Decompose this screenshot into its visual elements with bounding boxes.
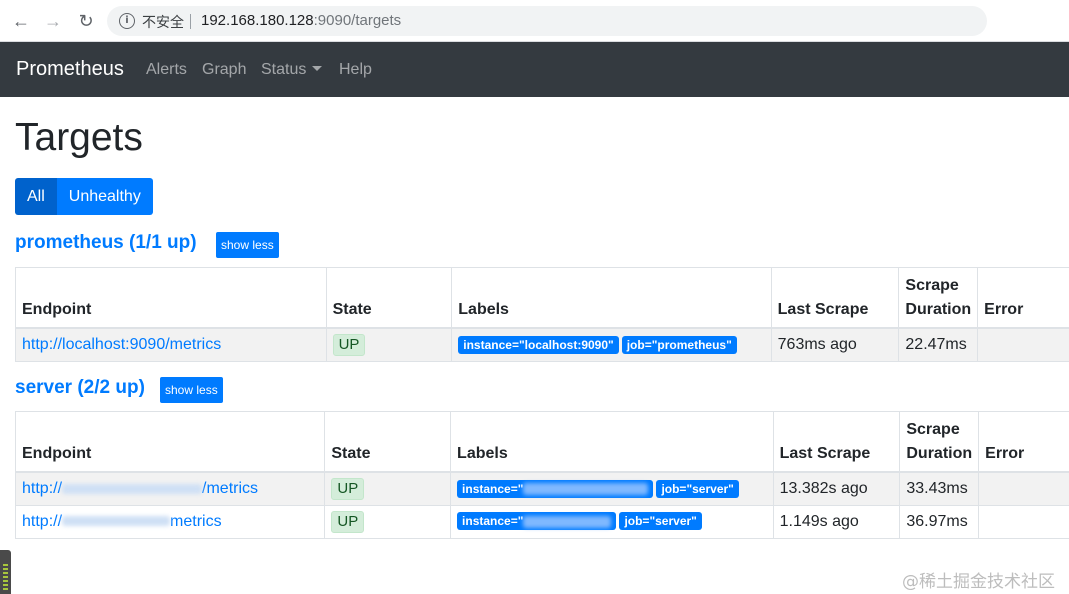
state-badge: UP <box>332 333 366 356</box>
last-scrape-value: 13.382s ago <box>772 471 901 506</box>
url-host: 192.168.180.128 <box>201 12 314 29</box>
redacted-instance <box>523 483 649 496</box>
column-header-labels: Labels <box>451 267 772 329</box>
endpoint-prefix: http:// <box>22 512 63 530</box>
column-header-scrape-duration: Scrape Duration <box>899 411 980 473</box>
side-meter-widget <box>0 550 11 594</box>
label-badge-job: job="server" <box>619 512 702 531</box>
column-header-error: Error <box>977 267 1069 329</box>
browser-toolbar: ← → ↻ i 不安全 192.168.180.128:9090/targets <box>0 0 1069 42</box>
back-arrow-icon[interactable]: ← <box>10 10 32 32</box>
endpoint-suffix: metrics <box>170 512 222 530</box>
watermark: @稀土掘金技术社区 <box>902 572 1055 592</box>
label-badge-instance: instance=" <box>457 512 617 531</box>
last-scrape-value: 763ms ago <box>770 327 900 362</box>
scrape-duration-value: 36.97ms <box>899 504 980 539</box>
url-text[interactable]: 192.168.180.128:9090/targets <box>201 12 401 29</box>
scrape-label: Scrape <box>906 421 960 438</box>
navbar: Prometheus Alerts Graph Status Help <box>0 42 1069 97</box>
security-label: 不安全 <box>142 15 184 31</box>
nav-graph[interactable]: Graph <box>202 61 246 79</box>
filter-unhealthy-button[interactable]: Unhealthy <box>56 178 153 215</box>
error-value <box>977 327 1069 362</box>
label-instance-prefix: instance=" <box>462 481 524 496</box>
scrape-duration-value: 22.47ms <box>898 327 979 362</box>
last-scrape-value: 1.149s ago <box>772 504 901 539</box>
scrape-label: Scrape <box>905 277 959 294</box>
targets-table-server: Endpoint State Labels Last Scrape Scrape… <box>14 411 1069 539</box>
table-row: http://localhost:9090/metrics UP instanc… <box>15 327 1069 362</box>
label-badge-job: job="server" <box>656 479 739 498</box>
targets-table-prometheus: Endpoint State Labels Last Scrape Scrape… <box>15 267 1069 362</box>
meter-bars-icon <box>3 562 8 590</box>
nav-status-label: Status <box>261 61 307 78</box>
column-header-scrape-duration: Scrape Duration <box>898 267 979 329</box>
info-icon[interactable]: i <box>119 13 135 29</box>
column-header-labels: Labels <box>450 411 774 473</box>
state-badge: UP <box>331 510 365 533</box>
job-title-server[interactable]: server (2/2 up) <box>15 377 145 399</box>
filter-button-group: All Unhealthy <box>15 178 153 215</box>
column-header-last-scrape: Last Scrape <box>770 267 900 329</box>
scrape-duration-value: 33.43ms <box>899 471 980 506</box>
label-badge-instance: instance=" <box>457 479 654 498</box>
nav-status[interactable]: Status <box>261 61 323 79</box>
column-header-state: State <box>324 411 452 473</box>
label-badge-instance: instance="localhost:9090" <box>458 335 619 354</box>
column-header-endpoint: Endpoint <box>14 411 326 473</box>
endpoint-link[interactable]: http:// /metrics <box>22 480 258 497</box>
redacted-host <box>62 516 171 527</box>
page-title: Targets <box>15 116 143 159</box>
endpoint-link[interactable]: http:// metrics <box>22 513 222 530</box>
error-value <box>978 504 1069 539</box>
duration-label: Duration <box>906 445 973 462</box>
forward-arrow-icon[interactable]: → <box>42 10 64 32</box>
table-row: http:// /metrics UP instance=" job="server… <box>14 471 1069 506</box>
column-header-last-scrape: Last Scrape <box>772 411 901 473</box>
column-header-endpoint: Endpoint <box>15 267 327 329</box>
column-header-state: State <box>325 267 453 329</box>
duration-label: Duration <box>905 301 972 318</box>
table-row: http:// metrics UP instance=" job="server"… <box>14 504 1069 539</box>
endpoint-prefix: http:// <box>22 479 63 497</box>
label-instance-prefix: instance=" <box>462 514 524 529</box>
show-less-button-prometheus[interactable]: show less <box>216 232 279 258</box>
caret-down-icon <box>312 66 323 71</box>
redacted-host <box>62 483 203 494</box>
show-less-button-server[interactable]: show less <box>160 377 223 403</box>
brand-link[interactable]: Prometheus <box>16 58 124 81</box>
state-badge: UP <box>331 477 365 500</box>
url-path: :9090/targets <box>313 12 402 29</box>
error-value <box>978 471 1069 506</box>
filter-all-button[interactable]: All <box>15 178 57 215</box>
reload-icon[interactable]: ↻ <box>75 10 97 32</box>
endpoint-suffix: /metrics <box>202 479 259 497</box>
address-bar[interactable]: i 不安全 192.168.180.128:9090/targets <box>107 6 987 36</box>
redacted-instance <box>523 516 612 529</box>
nav-alerts[interactable]: Alerts <box>146 61 187 79</box>
job-title-prometheus[interactable]: prometheus (1/1 up) <box>15 232 197 254</box>
endpoint-link[interactable]: http://localhost:9090/metrics <box>22 336 221 353</box>
nav-help[interactable]: Help <box>339 61 372 79</box>
address-separator <box>190 14 191 29</box>
label-badge-job: job="prometheus" <box>621 335 737 354</box>
column-header-error: Error <box>978 411 1069 473</box>
